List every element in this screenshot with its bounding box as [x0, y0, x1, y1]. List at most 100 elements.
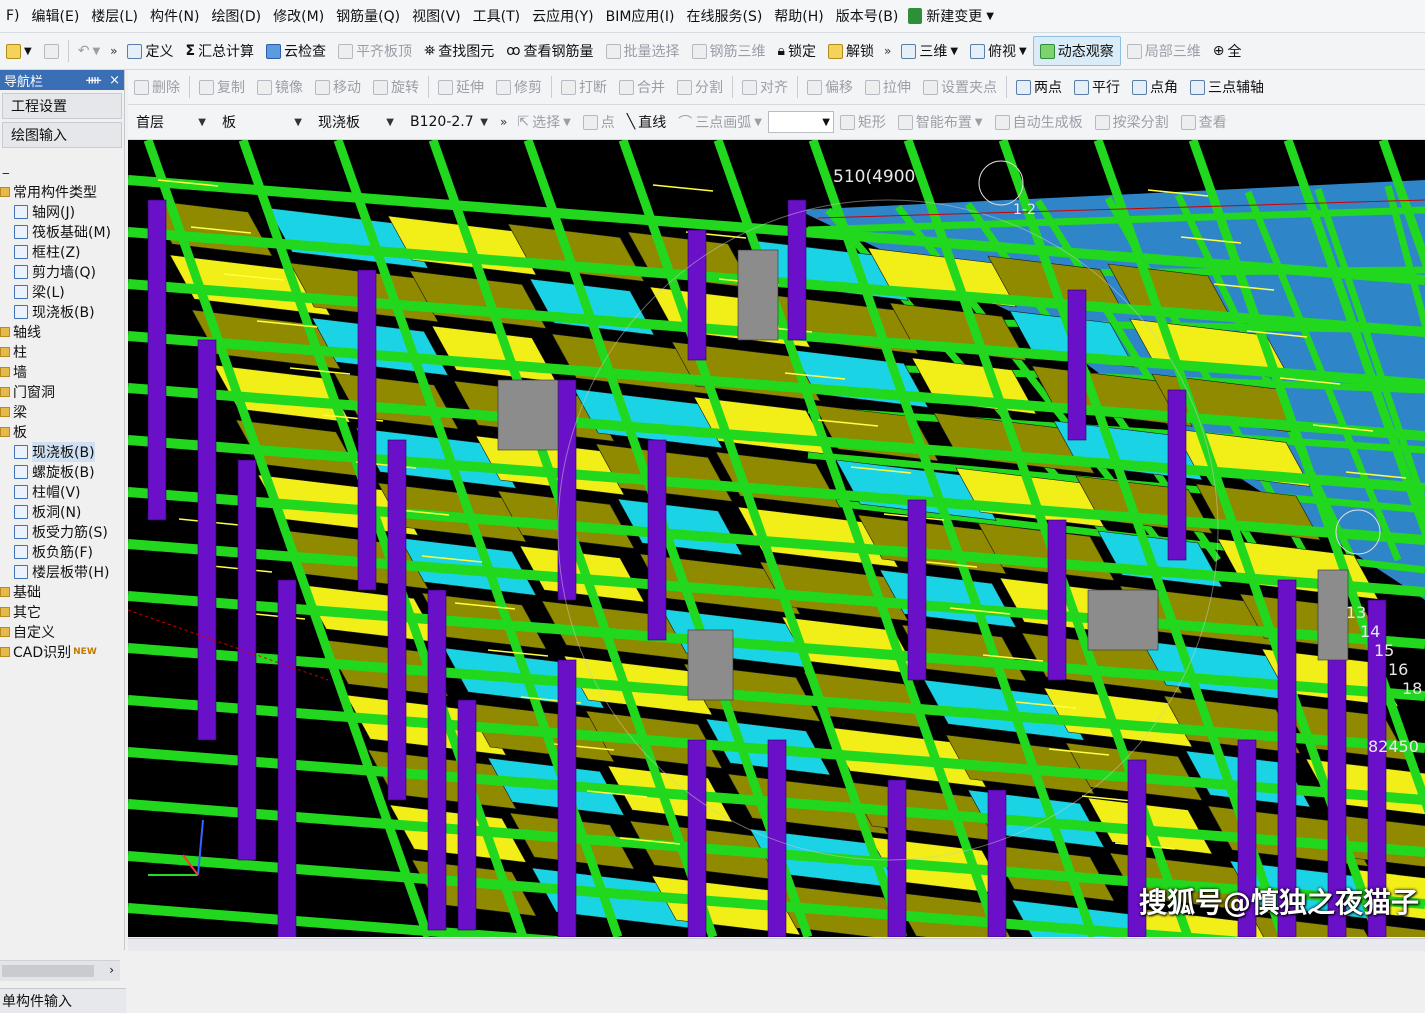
- edit-tool-button[interactable]: 镜像: [251, 73, 309, 101]
- tree-item[interactable]: 柱帽(V): [0, 482, 124, 502]
- edit-tool-button[interactable]: 三点辅轴: [1184, 73, 1270, 101]
- menu-item-modify[interactable]: 修改(M): [267, 6, 330, 26]
- local-3d-button[interactable]: 局部三维: [1121, 37, 1207, 65]
- dynamic-observe-button[interactable]: 动态观察: [1032, 36, 1121, 66]
- arc-button[interactable]: ⌒ 三点画弧 ▼: [672, 108, 768, 136]
- menu-item-online[interactable]: 在线服务(S): [680, 6, 768, 26]
- find-element-button[interactable]: ⛯ 查找图元: [418, 37, 500, 65]
- edit-tool-button[interactable]: 分割: [671, 73, 729, 101]
- select-button[interactable]: ⇱ 选择 ▼: [511, 108, 576, 136]
- unlock-button[interactable]: 解锁: [822, 37, 880, 65]
- edit-tool-button[interactable]: 旋转: [367, 73, 425, 101]
- mode-combobox[interactable]: ▼: [767, 111, 834, 133]
- collapse-icon[interactable]: ‒: [2, 166, 10, 180]
- edit-tool-button[interactable]: 修剪: [490, 73, 548, 101]
- project-settings-button[interactable]: 工程设置: [2, 93, 122, 119]
- tree-item[interactable]: 筏板基础(M): [0, 222, 124, 242]
- edit-tool-button[interactable]: 删除: [128, 73, 186, 101]
- tree-item[interactable]: 梁: [0, 402, 124, 422]
- menu-item-edit[interactable]: 编辑(E): [26, 6, 86, 26]
- toolbar-overflow-icon[interactable]: »: [496, 115, 511, 129]
- horizontal-scrollbar[interactable]: ›: [0, 960, 120, 981]
- edit-tool-button[interactable]: 打断: [555, 73, 613, 101]
- view-button[interactable]: 查看: [1175, 108, 1233, 136]
- tree-item[interactable]: 板负筋(F): [0, 542, 124, 562]
- rect-button[interactable]: 矩形: [834, 108, 892, 136]
- edit-tool-button[interactable]: 延伸: [432, 73, 490, 101]
- tree-item[interactable]: 柱: [0, 342, 124, 362]
- tree-item[interactable]: CAD识别 NEW: [0, 642, 124, 662]
- tree-item[interactable]: 剪力墙(Q): [0, 262, 124, 282]
- name-select[interactable]: B120-2.7 ▼: [402, 114, 496, 130]
- 3d-viewport[interactable]: 510(4900 1-2 13 14 15 16 18 82450 搜狐号@慎独之夜猫子: [128, 140, 1425, 937]
- edit-tool-button[interactable]: 拉伸: [859, 73, 917, 101]
- define-button[interactable]: 定义: [121, 37, 179, 65]
- edit-tool-button[interactable]: 两点: [1010, 73, 1068, 101]
- rebar-3d-button[interactable]: 钢筋三维: [686, 37, 772, 65]
- tree-item[interactable]: 楼层板带(H): [0, 562, 124, 582]
- tree-item[interactable]: 墙: [0, 362, 124, 382]
- floor-select[interactable]: 首层 ▼: [128, 112, 214, 132]
- three-d-button[interactable]: 三维 ▼: [895, 37, 964, 65]
- menu-item-cloud[interactable]: 云应用(Y): [526, 6, 599, 26]
- tree-item[interactable]: 框柱(Z): [0, 242, 124, 262]
- tree-item[interactable]: 板: [0, 422, 124, 442]
- menu-item-bim[interactable]: BIM应用(I): [600, 6, 681, 26]
- menu-item-draw[interactable]: 绘图(D): [205, 6, 267, 26]
- tree-item[interactable]: 板受力筋(S): [0, 522, 124, 542]
- tree-item[interactable]: 梁(L): [0, 282, 124, 302]
- drawing-input-button[interactable]: 绘图输入: [2, 122, 122, 148]
- edit-tool-button[interactable]: 移动: [309, 73, 367, 101]
- new-change-menu[interactable]: 新建变更 ▼: [904, 6, 1000, 26]
- menu-item-component[interactable]: 构件(N): [144, 6, 205, 26]
- menu-item-view[interactable]: 视图(V): [406, 6, 467, 26]
- tree-item[interactable]: 其它: [0, 602, 124, 622]
- view-rebar-button[interactable]: ꝏ 查看钢筋量: [500, 37, 599, 65]
- menu-item-version[interactable]: 版本号(B): [830, 6, 905, 26]
- scroll-thumb[interactable]: [2, 965, 94, 977]
- scroll-right-icon[interactable]: ›: [109, 963, 114, 977]
- level-slab-top-button[interactable]: 平齐板顶: [332, 37, 418, 65]
- smart-layout-button[interactable]: 智能布置 ▼: [892, 108, 989, 136]
- type-select[interactable]: 现浇板 ▼: [310, 112, 402, 132]
- edit-tool-button[interactable]: 偏移: [801, 73, 859, 101]
- tree-item[interactable]: 轴网(J): [0, 202, 124, 222]
- sum-calc-button[interactable]: Σ 汇总计算: [179, 37, 260, 65]
- menu-item-rebar-qty[interactable]: 钢筋量(Q): [330, 6, 406, 26]
- auto-slab-button[interactable]: 自动生成板: [989, 108, 1089, 136]
- edit-tool-button[interactable]: 复制: [193, 73, 251, 101]
- edit-tool-button[interactable]: 点角: [1126, 73, 1184, 101]
- tree-item[interactable]: 板洞(N): [0, 502, 124, 522]
- tree-item[interactable]: 螺旋板(B): [0, 462, 124, 482]
- menu-item-floor[interactable]: 楼层(L): [85, 6, 144, 26]
- edit-tool-button[interactable]: 平行: [1068, 73, 1126, 101]
- category-select[interactable]: 板 ▼: [214, 112, 310, 132]
- open-button[interactable]: ▼: [0, 37, 38, 65]
- menu-item-file[interactable]: F): [0, 8, 26, 24]
- edit-tool-button[interactable]: 合并: [613, 73, 671, 101]
- tree-item[interactable]: 基础: [0, 582, 124, 602]
- toolbar-overflow-icon[interactable]: »: [106, 44, 121, 58]
- menu-item-tools[interactable]: 工具(T): [467, 6, 526, 26]
- plan-view-button[interactable]: 俯视 ▼: [964, 37, 1033, 65]
- tree-item[interactable]: 轴线: [0, 322, 124, 342]
- batch-select-button[interactable]: 批量选择: [600, 37, 686, 65]
- tree-item[interactable]: 自定义: [0, 622, 124, 642]
- fit-all-button[interactable]: ⊕ 全: [1207, 37, 1248, 65]
- tree-item[interactable]: 门窗洞: [0, 382, 124, 402]
- lock-button[interactable]: 🔒︎ 锁定: [772, 37, 822, 65]
- undo-button[interactable]: ↶ ▼: [72, 37, 106, 65]
- tree-item[interactable]: 现浇板(B): [0, 302, 124, 322]
- single-component-input-button[interactable]: 单构件输入: [0, 988, 126, 1013]
- toolbar-overflow-icon[interactable]: »: [880, 44, 895, 58]
- line-button[interactable]: ╲ 直线: [621, 108, 672, 136]
- tree-item[interactable]: 常用构件类型: [0, 182, 124, 202]
- close-icon[interactable]: ×: [109, 73, 120, 88]
- split-by-beam-button[interactable]: 按梁分割: [1089, 108, 1175, 136]
- save-button[interactable]: [38, 37, 65, 65]
- pin-icon[interactable]: ᚓ: [86, 73, 101, 88]
- edit-tool-button[interactable]: 对齐: [736, 73, 794, 101]
- tree-item[interactable]: 现浇板(B): [0, 442, 124, 462]
- cloud-check-button[interactable]: 云检查: [260, 37, 332, 65]
- menu-item-help[interactable]: 帮助(H): [768, 6, 829, 26]
